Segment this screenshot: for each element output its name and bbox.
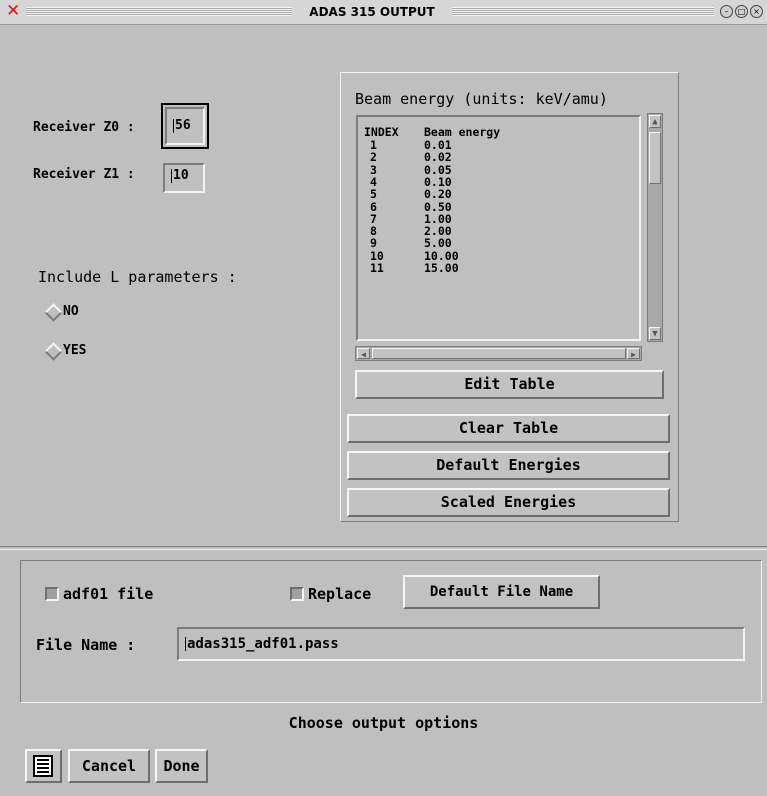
close-x-icon[interactable]: ✕ — [6, 3, 22, 20]
title-bar[interactable]: ADAS 315 OUTPUT — [0, 0, 767, 25]
table-row-energy: 15.00 — [424, 261, 459, 275]
scaled-energies-button[interactable]: Scaled Energies — [347, 488, 670, 517]
table-row-energy: 10.00 — [424, 248, 459, 263]
table-header: INDEX — [364, 126, 399, 138]
table-row-index: 2 — [370, 150, 377, 165]
header-index: INDEX — [364, 125, 399, 139]
scroll-thumb[interactable] — [649, 132, 661, 184]
status-message: Choose output options — [288, 714, 479, 732]
table-row-energy: 0.02 — [424, 150, 452, 165]
radio-no-label: NO — [63, 304, 79, 319]
table-row-index: 6 — [370, 199, 377, 214]
vertical-scrollbar[interactable]: ▲ ▼ — [647, 113, 663, 342]
header-energy: Beam energy — [424, 125, 501, 139]
receiver-z1-label: Receiver Z1 : — [33, 167, 135, 182]
scroll-right-icon[interactable]: ▶ — [627, 348, 640, 359]
table-row-energy: 5.00 — [424, 236, 452, 251]
window-title: ADAS 315 OUTPUT — [296, 4, 448, 20]
text-caret — [173, 118, 174, 133]
table-row-index: 3 — [370, 162, 377, 177]
file-name-label: File Name : — [36, 636, 136, 654]
file-name-input[interactable]: adas315_adf01.pass — [177, 627, 745, 661]
table-row-index: 8 — [370, 224, 377, 239]
table-row-index: 11 — [370, 261, 384, 275]
scroll-thumb-horizontal[interactable] — [372, 348, 626, 359]
edit-table-button[interactable]: Edit Table — [355, 370, 664, 399]
table-row-energy: 2.00 — [424, 224, 452, 239]
table-row-energy: 0.20 — [424, 187, 452, 202]
default-energies-button[interactable]: Default Energies — [347, 451, 670, 480]
replace-checkbox-indicator-icon[interactable] — [290, 587, 304, 601]
document-list-icon — [33, 755, 53, 777]
clear-table-button[interactable]: Clear Table — [347, 414, 670, 443]
cancel-button[interactable]: Cancel — [68, 749, 150, 783]
adf01-file-label: adf01 file — [63, 585, 154, 603]
scroll-down-icon[interactable]: ▼ — [649, 327, 661, 340]
minimize-icon[interactable]: – — [720, 5, 733, 18]
table-row-energy: 1.00 — [424, 211, 452, 226]
receiver-z0-field[interactable]: 56 — [161, 103, 209, 149]
title-stripes-left — [26, 7, 292, 16]
title-stripes-right — [452, 7, 714, 16]
beam-energy-table[interactable]: INDEX Beam energy 1 0.01 2 0.02 3 0.05 4 0.10 5 0… — [356, 115, 641, 341]
scroll-up-icon[interactable]: ▲ — [649, 115, 661, 128]
table-row-energy: 0.05 — [424, 162, 452, 177]
table-row-index: 10 — [370, 248, 384, 263]
text-caret — [171, 168, 172, 183]
table-row-energy: 0.01 — [424, 138, 452, 152]
receiver-z1-value: 10 — [173, 168, 189, 183]
l-parameters-label: Include L parameters : — [38, 268, 237, 286]
menu-button[interactable] — [25, 749, 62, 783]
table-row-index: 7 — [370, 211, 377, 226]
receiver-z0-label: Receiver Z0 : — [33, 120, 135, 135]
text-caret — [185, 637, 186, 651]
close-icon[interactable]: × — [750, 5, 763, 18]
done-button[interactable]: Done — [155, 749, 208, 783]
file-name-value: adas315_adf01.pass — [187, 636, 339, 652]
table-row-index: 4 — [370, 174, 377, 189]
radio-yes-label: YES — [63, 343, 87, 358]
maximize-icon[interactable]: □ — [735, 5, 748, 18]
section-divider — [0, 546, 767, 550]
table-row-energy: 0.10 — [424, 174, 452, 189]
radio-no-indicator-icon[interactable] — [44, 303, 63, 322]
table-row-index: 5 — [370, 187, 377, 202]
radio-yes-indicator-icon[interactable] — [44, 342, 63, 361]
table-row-energy: 0.50 — [424, 199, 452, 214]
receiver-z0-value: 56 — [175, 118, 191, 133]
default-file-name-button[interactable]: Default File Name — [403, 575, 600, 609]
scroll-left-icon[interactable]: ◀ — [357, 348, 370, 359]
table-row-index: 9 — [370, 236, 377, 251]
horizontal-scrollbar[interactable]: ◀ ▶ — [355, 346, 642, 361]
table-row-index: 1 — [370, 138, 377, 152]
beam-energy-title: Beam energy (units: keV/amu) — [355, 90, 608, 108]
replace-label: Replace — [308, 585, 372, 603]
receiver-z1-field[interactable]: 10 — [163, 163, 205, 193]
adf01-checkbox-indicator-icon[interactable] — [45, 587, 59, 601]
